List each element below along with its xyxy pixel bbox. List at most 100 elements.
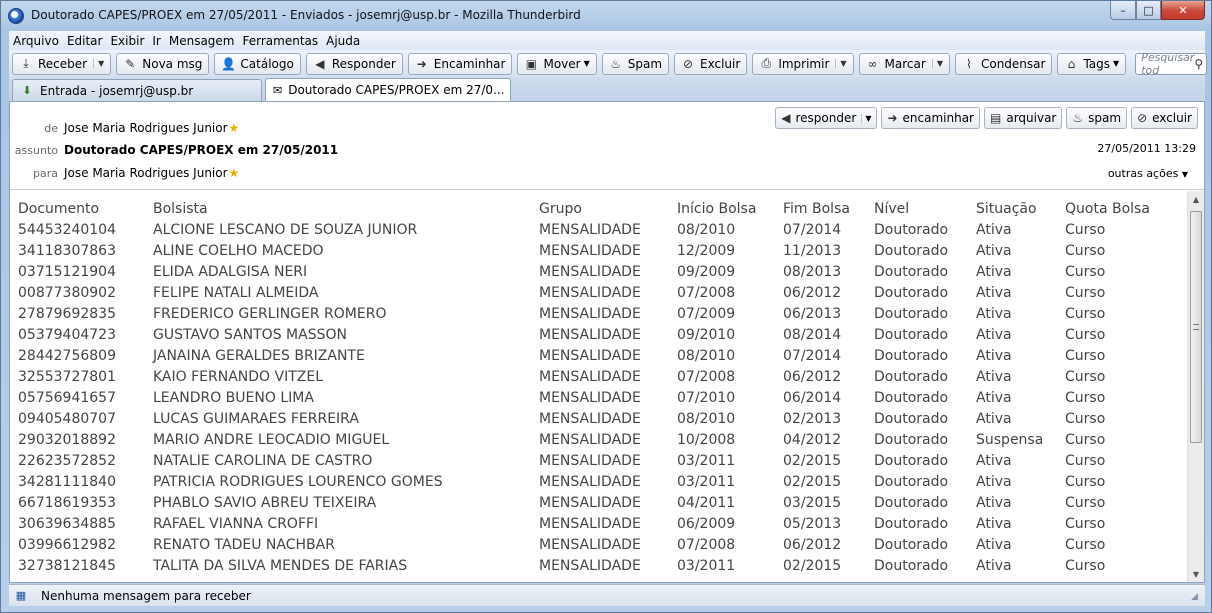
cell-grupo: MENSALIDADE (539, 285, 641, 301)
receber-button[interactable]: ⤓ Receber ▼ (12, 52, 112, 75)
cell-grupo: MENSALIDADE (539, 327, 641, 343)
tab-bar: ⬇ Entrada - josemrj@usp.br ✉ Doutorado C… (9, 77, 1205, 101)
cell-nivel: Doutorado (874, 348, 949, 364)
cell-inicio-bolsa: 12/2009 (677, 243, 736, 259)
header-encaminhar-button[interactable]: ➜ encaminhar (881, 107, 980, 129)
column-header-inicio-bolsa: Início Bolsa (677, 201, 757, 217)
to-label: para (33, 167, 58, 180)
excluir-button[interactable]: ⊘ Excluir (674, 52, 748, 75)
header-responder-dropdown-icon[interactable]: ▼ (861, 113, 871, 123)
responder-button[interactable]: ◀ Responder (305, 52, 403, 75)
cell-grupo: MENSALIDADE (539, 222, 641, 238)
cell-quota-bolsa: Curso (1065, 432, 1106, 448)
cell-situacao: Ativa (976, 411, 1012, 427)
menu-mensagem[interactable]: Mensagem (169, 34, 235, 48)
vertical-scrollbar[interactable]: ▲ ▼ (1187, 191, 1204, 582)
resize-grip-icon[interactable]: ◢ (1191, 592, 1203, 604)
menu-ajuda[interactable]: Ajuda (326, 34, 360, 48)
menu-arquivo[interactable]: Arquivo (13, 34, 59, 48)
star-icon[interactable]: ★ (229, 121, 240, 135)
menu-editar[interactable]: Editar (67, 34, 103, 48)
imprimir-dropdown-icon[interactable]: ▼ (835, 59, 847, 68)
window-controls: – □ ✕ (1110, 1, 1205, 21)
grip-icon (1193, 324, 1199, 330)
menu-ir[interactable]: Ir (152, 34, 160, 48)
receber-label: Receber (38, 56, 88, 71)
thunderbird-logo-icon (8, 8, 24, 24)
table-row: 05379404723 GUSTAVO SANTOS MASSON MENSALID… (10, 326, 1186, 347)
menu-ferramentas[interactable]: Ferramentas (243, 34, 319, 48)
scrollbar-thumb[interactable] (1190, 211, 1202, 443)
cell-inicio-bolsa: 03/2011 (677, 558, 736, 574)
cell-quota-bolsa: Curso (1065, 306, 1106, 322)
encaminhar-button[interactable]: ➜ Encaminhar (407, 52, 513, 75)
cell-inicio-bolsa: 03/2011 (677, 474, 736, 490)
from-value[interactable]: Jose Maria Rodrigues Junior★ (64, 121, 239, 135)
tags-button[interactable]: ⌂ Tags ▼ (1057, 52, 1127, 75)
tag-icon: ⌂ (1067, 56, 1076, 71)
table-row: 05756941657 LEANDRO BUENO LIMA MENSALIDADE… (10, 389, 1186, 410)
cell-bolsista: KAIO FERNANDO VITZEL (153, 369, 324, 385)
cell-quota-bolsa: Curso (1065, 474, 1106, 490)
cell-situacao: Suspensa (976, 432, 1044, 448)
cell-grupo: MENSALIDADE (539, 516, 641, 532)
flame-icon: ♨ (610, 56, 622, 71)
cell-grupo: MENSALIDADE (539, 390, 641, 406)
scroll-up-icon[interactable]: ▲ (1188, 191, 1204, 207)
spam-button[interactable]: ♨ Spam (601, 52, 670, 75)
outras-acoes-menu[interactable]: outras ações ▼ (1108, 167, 1188, 180)
inbox-icon: ⬇ (22, 84, 32, 97)
close-button[interactable]: ✕ (1161, 1, 1205, 20)
header-excluir-button[interactable]: ⊘ excluir (1131, 107, 1198, 129)
maximize-button[interactable]: □ (1136, 1, 1161, 20)
marcar-label: Marcar (884, 56, 926, 71)
condensar-button[interactable]: ⌇ Condensar (954, 52, 1053, 75)
marcar-dropdown-icon[interactable]: ▼ (931, 59, 943, 68)
tab-message[interactable]: ✉ Doutorado CAPES/PROEX em 27/0... (265, 78, 511, 101)
tab-inbox[interactable]: ⬇ Entrada - josemrj@usp.br (12, 79, 262, 101)
cell-bolsista: PHABLO SAVIO ABREU TEIXEIRA (153, 495, 377, 511)
table-row: 00877380902 FELIPE NATALI ALMEIDA MENSALID… (10, 284, 1186, 305)
cell-situacao: Ativa (976, 306, 1012, 322)
nova-msg-button[interactable]: ✎ Nova msg (116, 52, 210, 75)
catalogo-button[interactable]: 👤 Catálogo (214, 52, 301, 75)
menu-exibir[interactable]: Exibir (110, 34, 144, 48)
title-bar[interactable]: Doutorado CAPES/PROEX em 27/05/2011 - En… (1, 1, 1211, 31)
star-icon[interactable]: ★ (229, 166, 240, 180)
mover-button[interactable]: ▣ Mover ▼ (517, 52, 597, 75)
header-encaminhar-label: encaminhar (902, 111, 974, 125)
header-responder-button[interactable]: ◀ responder ▼ (775, 107, 878, 129)
cell-quota-bolsa: Curso (1065, 537, 1106, 553)
cell-fim-bolsa: 06/2012 (783, 369, 842, 385)
cell-documento: 03715121904 (18, 264, 116, 280)
network-icon[interactable]: ▦ (13, 589, 29, 603)
scroll-down-icon[interactable]: ▼ (1188, 566, 1204, 582)
search-icon[interactable]: ⚲ (1194, 57, 1203, 71)
marcar-button[interactable]: ∞ Marcar ▼ (858, 52, 950, 75)
pencil-icon: ✎ (125, 56, 136, 71)
cell-inicio-bolsa: 03/2011 (677, 453, 736, 469)
cell-fim-bolsa: 05/2013 (783, 516, 842, 532)
cell-documento: 32553727801 (18, 369, 116, 385)
search-input[interactable]: Pesquisar tod ⚲ (1135, 51, 1208, 77)
cell-bolsista: NATALIE CAROLINA DE CASTRO (153, 453, 373, 469)
table-row: 29032018892 MARIO ANDRE LEOCADIO MIGUEL ME… (10, 431, 1186, 452)
header-spam-button[interactable]: ♨ spam (1066, 107, 1128, 129)
cell-bolsista: RENATO TADEU NACHBAR (153, 537, 335, 553)
thunderbird-window: Doutorado CAPES/PROEX em 27/05/2011 - En… (0, 0, 1212, 613)
header-arquivar-label: arquivar (1006, 111, 1057, 125)
imprimir-button[interactable]: ⎙ Imprimir ▼ (752, 52, 854, 75)
subject-value: Doutorado CAPES/PROEX em 27/05/2011 (64, 143, 339, 157)
cell-nivel: Doutorado (874, 285, 949, 301)
minimize-button[interactable]: – (1110, 1, 1136, 20)
status-text: Nenhuma mensagem para receber (41, 588, 251, 603)
cell-fim-bolsa: 11/2013 (783, 243, 842, 259)
column-header-fim-bolsa: Fim Bolsa (783, 201, 850, 217)
header-arquivar-button[interactable]: ▤ arquivar (984, 107, 1063, 129)
to-value[interactable]: Jose Maria Rodrigues Junior★ (64, 166, 239, 180)
cell-grupo: MENSALIDADE (539, 558, 641, 574)
receber-dropdown-icon[interactable]: ▼ (93, 59, 104, 68)
header-spam-label: spam (1088, 111, 1122, 125)
cell-situacao: Ativa (976, 558, 1012, 574)
cell-quota-bolsa: Curso (1065, 327, 1106, 343)
